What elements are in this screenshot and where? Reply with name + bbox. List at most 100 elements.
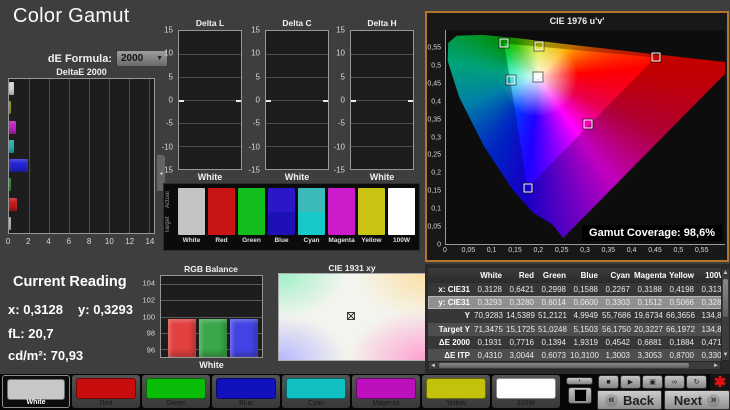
cie1931-panel[interactable] <box>278 273 426 361</box>
pattern-button-100w[interactable]: 100W <box>492 375 560 408</box>
table-row[interactable]: ΔE 20000,19310,77160,13941,93190,45420,6… <box>428 336 730 349</box>
refresh-button[interactable]: ↻ <box>686 375 707 389</box>
back-button[interactable]: « Back <box>597 390 662 410</box>
table-cell: 0,1512 <box>634 298 666 307</box>
pattern-button-red[interactable]: Red <box>72 375 140 408</box>
row-label: y: CIE31 <box>428 298 474 307</box>
table-hscrollbar[interactable]: ◄ ► <box>428 361 721 370</box>
table-row[interactable]: Target Y71,347515,172551,02485,150356,17… <box>428 323 730 336</box>
cie1976-panel[interactable]: CIE 1976 u'v' Gamut Coverage: 98,6% 0,55… <box>425 11 729 262</box>
alert-asterisk-icon[interactable]: ✱ <box>710 374 730 390</box>
table-cell: 0,5066 <box>666 298 698 307</box>
deltae-chart[interactable] <box>8 78 155 234</box>
table-cell: 14,5389 <box>506 311 538 320</box>
rgb-balance-chart[interactable] <box>160 275 263 358</box>
pattern-label: 100W <box>492 400 560 407</box>
grid-line <box>149 79 150 233</box>
save-button[interactable]: ▣ <box>642 375 663 389</box>
swatch-actual <box>388 188 415 212</box>
table-header-row: WhiteRedGreenBlueCyanMagentaYellow100W <box>428 268 730 283</box>
scroll-up-icon[interactable]: ▲ <box>722 270 729 277</box>
pattern-bar: WhiteRedGreenBlueCyanMagentaYellow100W ▪… <box>0 374 730 410</box>
table-cell: 56,1750 <box>602 325 634 334</box>
pattern-label: Red <box>72 400 140 407</box>
table-row[interactable]: y: CIE310,32930,32800,60140,06000,33030,… <box>428 296 730 309</box>
swatch-target <box>208 212 235 235</box>
column-header-cyan: Cyan <box>602 271 634 280</box>
white-point-marker <box>347 312 355 320</box>
deltae-bar-white <box>9 217 11 230</box>
y-tick-label: 5 <box>169 72 173 81</box>
delta-chart-delta-l[interactable] <box>178 30 242 170</box>
scroll-left-icon[interactable]: ◄ <box>430 363 436 370</box>
delta-chart-x-label: White <box>350 172 414 182</box>
next-button[interactable]: Next » <box>664 390 730 410</box>
table-cell: 0,6014 <box>538 298 570 307</box>
actual-row-label: Actual <box>165 188 175 212</box>
grid-line <box>179 54 241 55</box>
deltae-bar-magenta <box>9 121 16 134</box>
gamut-coverage-badge: Gamut Coverage: 98,6% <box>582 225 722 241</box>
vscroll-thumb[interactable] <box>723 279 728 317</box>
pattern-button-white[interactable]: White <box>2 375 70 408</box>
swatch-actual <box>298 188 325 212</box>
stop-icon: ■ <box>606 379 610 386</box>
stop-button[interactable]: ■ <box>598 375 619 389</box>
pattern-button-magenta[interactable]: Magenta <box>352 375 420 408</box>
scroll-down-icon[interactable]: ▼ <box>722 352 729 359</box>
hscroll-thumb[interactable] <box>439 363 689 368</box>
de-formula-label: dE Formula: <box>0 53 112 65</box>
delta-chart-delta-c[interactable] <box>265 30 329 170</box>
y-tick-label: 0,2 <box>431 170 441 177</box>
swatch-target <box>328 212 355 235</box>
continuous-read-button[interactable]: ∞ <box>664 375 685 389</box>
pattern-button-cyan[interactable]: Cyan <box>282 375 350 408</box>
table-row[interactable]: Y70,928314,538951,21214,994955,768619,67… <box>428 309 730 322</box>
swatch-label: Green <box>238 237 265 244</box>
pattern-button-blue[interactable]: Blue <box>212 375 280 408</box>
swatch-actual <box>178 188 205 212</box>
y-tick-label: -5 <box>166 119 173 128</box>
table-row[interactable]: ΔE ITP0,43103,00440,607310,31001,30033,3… <box>428 349 730 361</box>
pattern-preview-button[interactable] <box>568 387 592 404</box>
table-row[interactable]: x: CIE310,31280,64210,29980,15880,22670,… <box>428 283 730 296</box>
table-vscrollbar[interactable]: ▲ ▼ <box>721 268 730 361</box>
row-label: ΔE ITP <box>428 351 474 360</box>
pattern-popup-button[interactable]: ▪ <box>566 377 593 385</box>
y-tick-label: -10 <box>248 142 260 151</box>
y-origin-label: 0 <box>437 242 441 249</box>
pattern-preview-icon <box>574 389 587 402</box>
cie1976-y-axis: 0,550,50,450,40,350,30,250,20,150,10,050 <box>427 30 443 245</box>
pattern-button-yellow[interactable]: Yellow <box>422 375 490 408</box>
row-label: ΔE 2000 <box>428 338 474 347</box>
blue-point-marker <box>523 183 532 192</box>
grid-line <box>266 54 328 55</box>
pattern-button-green[interactable]: Green <box>142 375 210 408</box>
table-cell: 0,2267 <box>602 285 634 294</box>
pattern-label: Yellow <box>422 400 490 407</box>
target-row-label: Target <box>165 213 175 237</box>
y-tick-label: 0 <box>341 96 345 105</box>
table-cell: 0,1931 <box>474 338 506 347</box>
delta-chart-delta-h[interactable] <box>350 30 414 170</box>
play-button[interactable]: ▶ <box>620 375 641 389</box>
y-tick-label: 102 <box>142 295 155 304</box>
row-label: Y <box>428 311 474 320</box>
x-tick-label: 0,5 <box>673 247 683 254</box>
y-tick-label: 15 <box>251 26 260 35</box>
table-cell: 0,7716 <box>506 338 538 347</box>
table-cell: 0,6881 <box>634 338 666 347</box>
zero-tick <box>179 100 184 102</box>
y-tick-label: 10 <box>164 49 173 58</box>
pattern-swatch <box>286 378 346 399</box>
y-tick-label: -15 <box>333 166 345 175</box>
grid-line <box>266 77 328 78</box>
grid-line <box>69 79 70 233</box>
scroll-right-icon[interactable]: ► <box>713 363 719 370</box>
grid-line <box>49 79 50 233</box>
table-cell: 0,1588 <box>570 285 602 294</box>
cie1931-title: CIE 1931 xy <box>278 263 426 273</box>
table-cell: 70,9283 <box>474 311 506 320</box>
table-cell: 3,0044 <box>506 351 538 360</box>
swatch-target <box>268 212 295 235</box>
